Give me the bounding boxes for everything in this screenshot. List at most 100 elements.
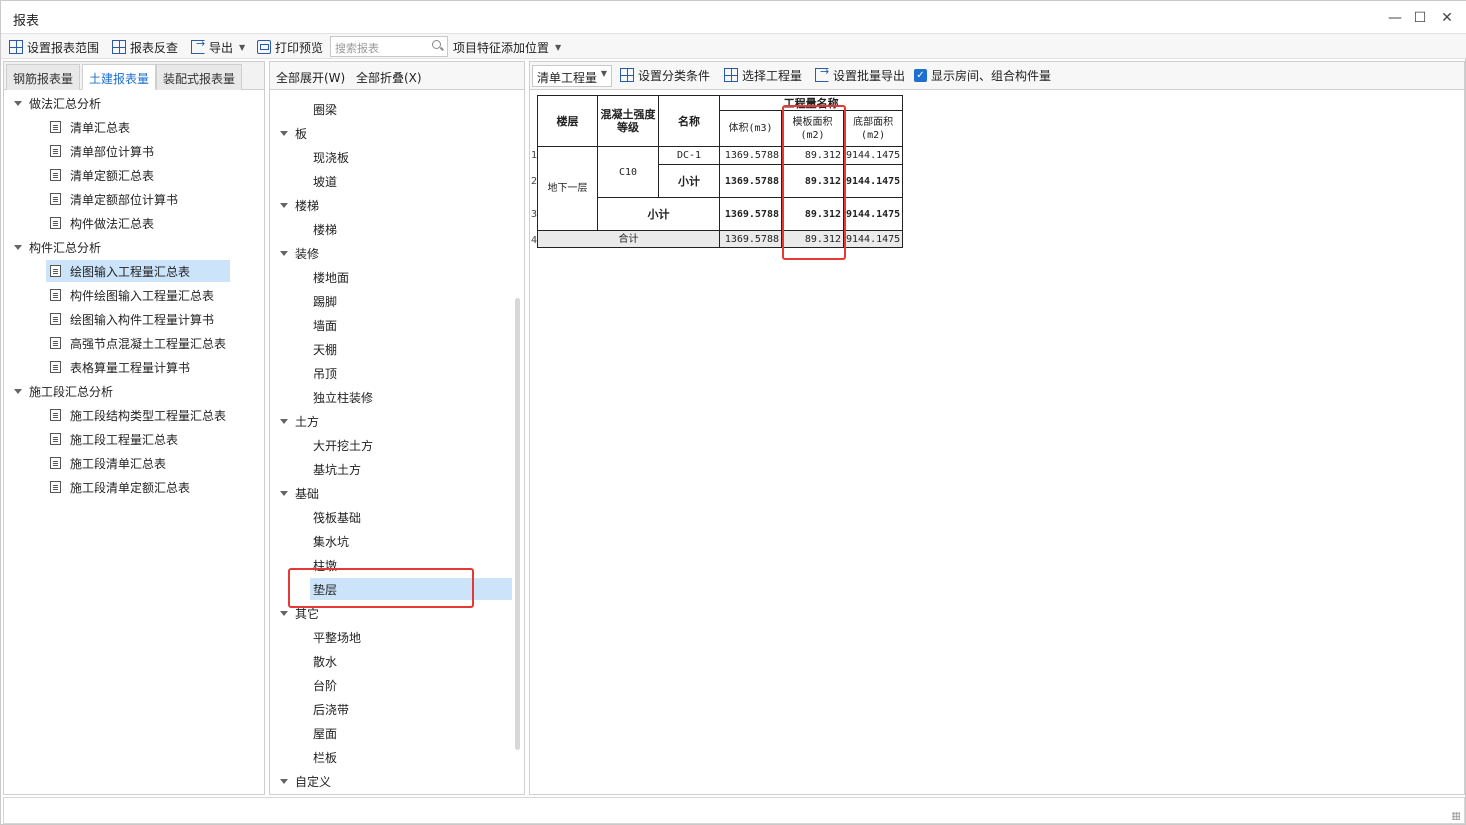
- maximize-icon[interactable]: ☐: [1412, 10, 1428, 26]
- tree-item[interactable]: 高强节点混凝土工程量汇总表: [46, 332, 230, 354]
- tree-item[interactable]: 清单部位计算书: [46, 140, 230, 162]
- feature-position-dropdown[interactable]: 项目特征添加位置 ▼: [453, 37, 561, 57]
- tree-item[interactable]: 楼梯: [310, 218, 512, 240]
- search-icon[interactable]: [432, 40, 441, 49]
- expand-arrow-icon[interactable]: [280, 490, 288, 496]
- tree-group[interactable]: 施工段汇总分析: [14, 380, 113, 402]
- minimize-icon[interactable]: —: [1387, 10, 1403, 26]
- tree-item[interactable]: 清单定额汇总表: [46, 164, 230, 186]
- expand-arrow-icon[interactable]: [280, 610, 288, 616]
- tree-item[interactable]: 坡道: [310, 170, 512, 192]
- header-quantity-group[interactable]: 工程量名称: [718, 95, 904, 111]
- expand-arrow-icon[interactable]: [14, 100, 22, 106]
- cell-formwork[interactable]: 89.312: [781, 146, 844, 165]
- cell-formwork[interactable]: 89.312: [781, 164, 844, 198]
- tab-rebar-report[interactable]: 钢筋报表量: [6, 64, 81, 90]
- tree-group[interactable]: 楼梯: [280, 194, 319, 216]
- tree-item[interactable]: 台阶: [310, 674, 512, 696]
- show-rooms-checkbox[interactable]: ✓ 显示房间、组合构件量: [914, 65, 1051, 85]
- tree-item[interactable]: 绘图输入构件工程量计算书: [46, 308, 230, 330]
- tree-item[interactable]: 天棚: [310, 338, 512, 360]
- cell-bottom[interactable]: 9144.1475: [842, 197, 904, 231]
- cell-grade[interactable]: C10: [597, 146, 659, 198]
- tree-item[interactable]: 构件绘图输入工程量汇总表: [46, 284, 230, 306]
- tree-item[interactable]: 柱墩: [310, 554, 512, 576]
- tree-item[interactable]: 基坑土方: [310, 458, 512, 480]
- tree-group[interactable]: 自定义: [280, 770, 331, 792]
- chevron-down-icon[interactable]: ▼: [239, 43, 245, 52]
- tree-item[interactable]: 楼地面: [310, 266, 512, 288]
- cell-volume[interactable]: 1369.5788: [719, 164, 782, 198]
- tree-item[interactable]: 构件做法汇总表: [46, 212, 230, 234]
- cell-name[interactable]: 小计: [597, 197, 720, 231]
- tree-item[interactable]: 绘图输入工程量汇总表: [46, 260, 230, 282]
- checkbox-checked-icon[interactable]: ✓: [914, 68, 927, 82]
- tree-item[interactable]: 圈梁: [310, 98, 512, 120]
- tab-civil-report[interactable]: 土建报表量: [82, 64, 157, 90]
- header-name[interactable]: 名称: [658, 95, 720, 147]
- report-search-input[interactable]: 搜索报表: [330, 36, 448, 57]
- tree-scrollbar[interactable]: [515, 298, 520, 750]
- expand-arrow-icon[interactable]: [280, 130, 288, 136]
- tree-item[interactable]: 栏板: [310, 746, 512, 768]
- expand-arrow-icon[interactable]: [14, 388, 22, 394]
- tree-group[interactable]: 构件汇总分析: [14, 236, 101, 258]
- expand-arrow-icon[interactable]: [14, 244, 22, 250]
- tree-item[interactable]: 踢脚: [310, 290, 512, 312]
- cell-name[interactable]: 小计: [658, 164, 720, 198]
- tree-item[interactable]: 屋面: [310, 722, 512, 744]
- expand-arrow-icon[interactable]: [280, 250, 288, 256]
- tree-group[interactable]: 装修: [280, 242, 319, 264]
- tree-item[interactable]: 筏板基础: [310, 506, 512, 528]
- header-floor[interactable]: 楼层: [537, 95, 598, 147]
- header-volume[interactable]: 体积(m3): [719, 110, 782, 147]
- select-quantity-button[interactable]: 选择工程量: [724, 65, 802, 85]
- cell-bottom[interactable]: 9144.1475: [842, 164, 904, 198]
- tree-item[interactable]: 墙面: [310, 314, 512, 336]
- tree-item[interactable]: 清单定额部位计算书: [46, 188, 230, 210]
- header-concrete-grade[interactable]: 混凝土强度等级: [597, 95, 659, 147]
- export-button[interactable]: 导出 ▼: [191, 37, 245, 57]
- tree-item[interactable]: 施工段清单定额汇总表: [46, 476, 230, 498]
- tree-item[interactable]: 施工段清单汇总表: [46, 452, 230, 474]
- cell-volume[interactable]: 1369.5788: [719, 197, 782, 231]
- resize-grip-icon[interactable]: [1452, 812, 1460, 820]
- collapse-all-button[interactable]: 全部折叠(X): [356, 69, 422, 86]
- cell-formwork[interactable]: 89.312: [781, 197, 844, 231]
- header-formwork-area[interactable]: 模板面积(m2): [781, 110, 844, 147]
- close-icon[interactable]: ✕: [1439, 10, 1455, 26]
- header-bottom-area[interactable]: 底部面积(m2): [842, 110, 904, 147]
- tree-group[interactable]: 土方: [280, 410, 319, 432]
- expand-arrow-icon[interactable]: [280, 202, 288, 208]
- set-report-range-button[interactable]: 设置报表范围: [9, 37, 99, 57]
- cell-name[interactable]: DC-1: [658, 146, 720, 165]
- cell-volume[interactable]: 1369.5788: [719, 146, 782, 165]
- tree-group[interactable]: 板: [280, 122, 307, 144]
- reverse-check-button[interactable]: 报表反查: [112, 37, 178, 57]
- tree-item[interactable]: 后浇带: [310, 698, 512, 720]
- tree-item[interactable]: 平整场地: [310, 626, 512, 648]
- tree-item[interactable]: 表格算量工程量计算书: [46, 356, 230, 378]
- tree-item[interactable]: 现浇板: [310, 146, 512, 168]
- expand-arrow-icon[interactable]: [280, 418, 288, 424]
- tree-group[interactable]: 其它: [280, 602, 319, 624]
- tree-item[interactable]: 吊顶: [310, 362, 512, 384]
- tree-group[interactable]: 做法汇总分析: [14, 92, 101, 114]
- tree-item[interactable]: 集水坑: [310, 530, 512, 552]
- tree-item[interactable]: 施工段结构类型工程量汇总表: [46, 404, 230, 426]
- tree-item[interactable]: 清单汇总表: [46, 116, 230, 138]
- tree-group[interactable]: 基础: [280, 482, 319, 504]
- set-category-button[interactable]: 设置分类条件: [620, 65, 710, 85]
- cell-bottom[interactable]: 9144.1475: [842, 230, 904, 248]
- tree-item[interactable]: 施工段工程量汇总表: [46, 428, 230, 450]
- print-preview-button[interactable]: 打印预览: [257, 37, 323, 57]
- quantity-type-select[interactable]: 清单工程量 ▼: [532, 65, 612, 87]
- tree-item[interactable]: 垫层: [310, 578, 512, 600]
- expand-arrow-icon[interactable]: [280, 778, 288, 784]
- tab-prefab-report[interactable]: 装配式报表量: [156, 64, 243, 90]
- cell-floor[interactable]: 地下一层: [537, 146, 598, 231]
- cell-bottom[interactable]: 9144.1475: [842, 146, 904, 165]
- cell-formwork[interactable]: 89.312: [781, 230, 844, 248]
- tree-item[interactable]: 大开挖土方: [310, 434, 512, 456]
- tree-item[interactable]: 散水: [310, 650, 512, 672]
